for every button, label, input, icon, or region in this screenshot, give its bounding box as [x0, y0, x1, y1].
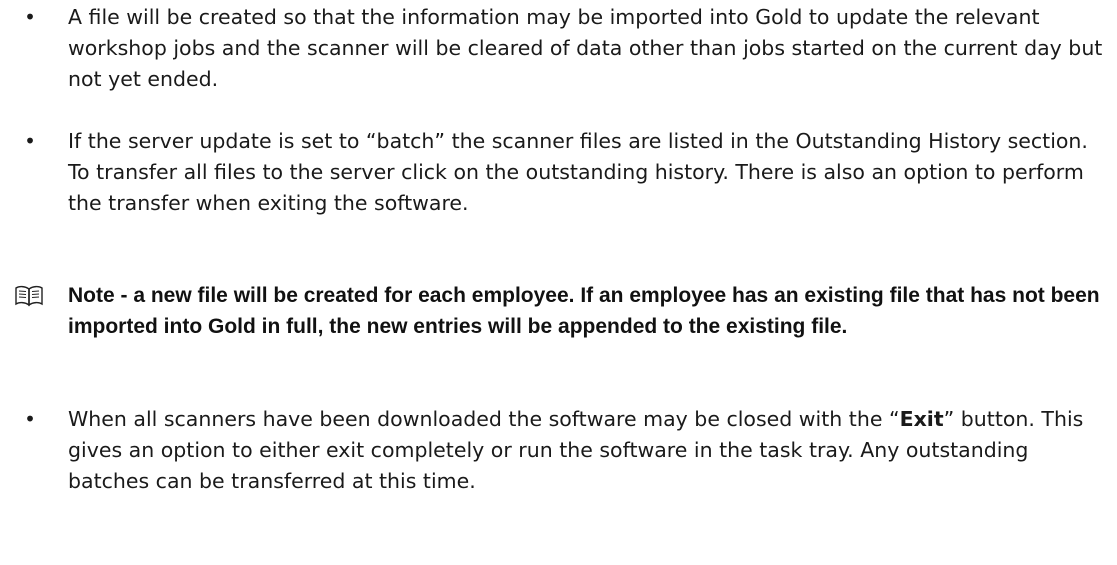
paragraph-text: A file will be created so that the infor… — [68, 5, 1103, 91]
paragraph-file-created: • A file will be created so that the inf… — [0, 2, 1117, 96]
bullet-icon: • — [24, 129, 36, 153]
book-icon — [14, 284, 44, 308]
paragraph-text: When all scanners have been downloaded t… — [68, 404, 1108, 497]
note-text: Note - a new file will be created for ea… — [68, 284, 1100, 338]
paragraph-text: If the server update is set to “batch” t… — [68, 129, 1088, 215]
paragraph-exit: • When all scanners have been downloaded… — [0, 404, 1117, 504]
paragraph-server-update: • If the server update is set to “batch”… — [0, 126, 1117, 250]
bullet-icon: • — [24, 407, 36, 431]
bullet-icon: • — [24, 5, 36, 29]
text-before-exit: When all scanners have been downloaded t… — [68, 407, 900, 431]
exit-label: Exit — [899, 407, 944, 431]
note-block: Note - a new file will be created for ea… — [0, 280, 1117, 374]
